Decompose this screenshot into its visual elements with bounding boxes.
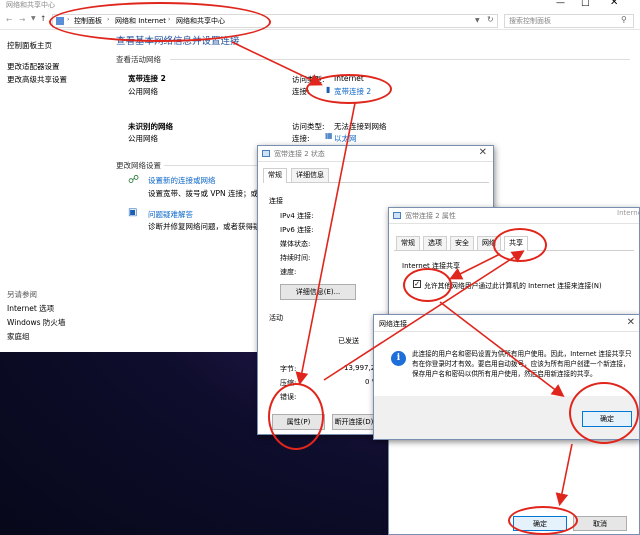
search-icon[interactable]: ⚲: [621, 15, 627, 24]
activity-section-label: 活动: [269, 314, 283, 322]
sidebar-link-advanced-sharing[interactable]: 更改高级共享设置: [7, 74, 67, 85]
props-connection-icon: [393, 212, 401, 219]
annotation-ring-connection-link: [306, 74, 392, 104]
annotation-ring-props-ok: [508, 506, 578, 535]
sent-label: 已发送: [338, 337, 359, 345]
network-1-type[interactable]: 公用网络: [128, 86, 158, 97]
sidebar-link-home[interactable]: 控制面板主页: [7, 40, 52, 51]
address-dropdown-icon[interactable]: ▼: [475, 17, 480, 24]
annotation-ring-checkbox: [403, 268, 452, 302]
dialog-title-bar: 网络连接 ✕: [374, 315, 639, 332]
search-box[interactable]: 搜索控制面板 ⚲: [504, 14, 634, 28]
search-input[interactable]: 搜索控制面板: [509, 16, 551, 26]
active-networks-heading: 查看活动网络: [116, 55, 161, 64]
recent-dropdown-icon[interactable]: ▼: [31, 15, 36, 22]
network-2-conn-link[interactable]: 以太网: [334, 133, 357, 144]
see-also-internet-options[interactable]: Internet 选项: [7, 303, 54, 314]
props-title-bar: 宽带连接 2 属性: [389, 208, 639, 224]
network-2-access-label: 访问类型:: [292, 122, 325, 131]
tab-props-security[interactable]: 安全: [450, 236, 474, 250]
tab-general[interactable]: 常规: [263, 168, 287, 183]
see-also-firewall[interactable]: Windows 防火墙: [7, 317, 65, 328]
task-troubleshoot-link[interactable]: 问题疑难解答: [148, 209, 193, 220]
speed-label: 速度:: [280, 268, 297, 276]
status-tab-strip: 常规 详细信息: [263, 168, 489, 183]
tab-details[interactable]: 详细信息: [291, 168, 329, 182]
task-new-connection-link[interactable]: 设置新的连接或网络: [148, 175, 216, 186]
ipv6-label: IPv6 连接:: [280, 226, 314, 234]
up-icon[interactable]: ↑: [40, 14, 46, 23]
network-2-name: 未识别的网络: [128, 122, 173, 131]
props-cancel-button[interactable]: 取消: [573, 516, 627, 531]
close-icon[interactable]: ✕: [610, 0, 618, 8]
dialog-close-icon[interactable]: ✕: [627, 317, 635, 328]
active-networks-divider: [170, 59, 630, 60]
info-icon: i: [391, 351, 406, 366]
status-title-bar: 宽带连接 2 状态 ✕: [258, 146, 493, 162]
details-button[interactable]: 详细信息(E)...: [280, 284, 356, 300]
connection-icon: [262, 150, 270, 157]
troubleshoot-icon: ▣: [128, 207, 138, 218]
see-also-heading: 另请参阅: [7, 290, 37, 299]
props-window-title: 宽带连接 2 属性: [405, 212, 456, 220]
maximize-icon[interactable]: □: [581, 0, 590, 8]
connection-section-label: 连接: [269, 197, 283, 205]
props-bg-text: Internet: [617, 209, 639, 217]
media-status-label: 媒体状态:: [280, 240, 311, 248]
task-troubleshoot-desc: 诊断并修复网络问题，或者获得疑: [148, 222, 261, 231]
network-2-type[interactable]: 公用网络: [128, 133, 158, 144]
bytes-label: 字节:: [280, 365, 297, 373]
back-icon[interactable]: ←: [6, 15, 12, 24]
dialog-title: 网络连接: [379, 320, 407, 328]
see-also-homegroup[interactable]: 家庭组: [7, 331, 30, 342]
annotation-ring-breadcrumb: [49, 2, 271, 42]
refresh-icon[interactable]: ↻: [487, 15, 494, 24]
sidebar-link-adapter[interactable]: 更改适配器设置: [7, 61, 60, 72]
forward-icon[interactable]: →: [19, 15, 25, 24]
dialog-message: 此连接的用户名和密码设置为供所有用户使用。因此，Internet 连接共享只有在…: [412, 350, 632, 378]
annotation-ring-sharing-tab: [493, 228, 547, 262]
status-close-icon[interactable]: ✕: [479, 147, 487, 158]
change-settings-heading: 更改网络设置: [116, 161, 161, 170]
network-2-access-value: 无法连接到网络: [334, 122, 387, 131]
tab-props-options[interactable]: 选项: [423, 236, 447, 250]
duration-label: 持续时间:: [280, 254, 311, 262]
change-settings-divider: [164, 165, 264, 166]
ethernet-icon: ▦: [325, 131, 333, 140]
tab-props-general[interactable]: 常规: [396, 236, 420, 250]
annotation-ring-properties: [268, 383, 324, 450]
new-connection-icon: ☍: [128, 173, 140, 186]
status-window-title: 宽带连接 2 状态: [274, 150, 325, 158]
disconnect-button[interactable]: 断开连接(D): [332, 414, 376, 430]
window-title: 网络和共享中心: [6, 1, 55, 9]
network-2-conn-label: 连接:: [292, 134, 310, 143]
minimize-icon[interactable]: —: [556, 0, 565, 8]
ipv4-label: IPv4 连接:: [280, 212, 314, 220]
network-1-name: 宽带连接 2: [128, 74, 166, 83]
annotation-ring-dialog-ok: [569, 382, 639, 444]
task-new-connection-desc: 设置宽带、拨号或 VPN 连接；或设: [148, 189, 266, 198]
